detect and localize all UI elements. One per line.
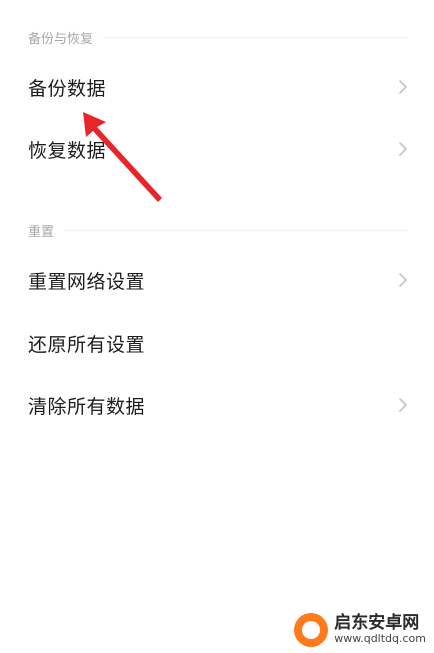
- chevron-right-icon: [398, 397, 408, 413]
- section-header-label: 重置: [28, 225, 55, 240]
- erase-all-data-label: 清除所有数据: [28, 395, 146, 418]
- chevron-right-icon: [398, 79, 408, 95]
- backup-data-label: 备份数据: [28, 77, 107, 100]
- divider: [64, 230, 408, 231]
- chevron-right-icon: [398, 272, 408, 288]
- restore-data-row[interactable]: 恢复数据: [0, 118, 434, 180]
- erase-all-data-row[interactable]: 清除所有数据: [0, 374, 434, 436]
- reset-network-settings-label: 重置网络设置: [28, 270, 146, 293]
- section-header-backup-restore: 备份与恢复: [28, 28, 408, 47]
- watermark: 启东安卓网 www.qdltdq.com: [294, 613, 426, 647]
- section-header-label: 备份与恢复: [28, 32, 94, 47]
- chevron-right-icon: [398, 141, 408, 157]
- settings-page: 备份与恢复 备份数据 恢复数据 重置 重置网络设置 还原所有设置 清除所有数据: [0, 0, 434, 653]
- watermark-logo-icon: [294, 613, 329, 647]
- divider: [103, 37, 408, 38]
- restore-all-settings-label: 还原所有设置: [28, 333, 146, 356]
- section-header-reset: 重置: [28, 221, 408, 240]
- watermark-text: 启东安卓网 www.qdltdq.com: [334, 613, 426, 646]
- backup-data-row[interactable]: 备份数据: [0, 56, 434, 118]
- watermark-url: www.qdltdq.com: [334, 632, 426, 646]
- watermark-title: 启东安卓网: [334, 613, 420, 634]
- reset-network-settings-row[interactable]: 重置网络设置: [0, 249, 434, 311]
- restore-data-label: 恢复数据: [28, 139, 107, 162]
- restore-all-settings-row[interactable]: 还原所有设置: [0, 312, 434, 374]
